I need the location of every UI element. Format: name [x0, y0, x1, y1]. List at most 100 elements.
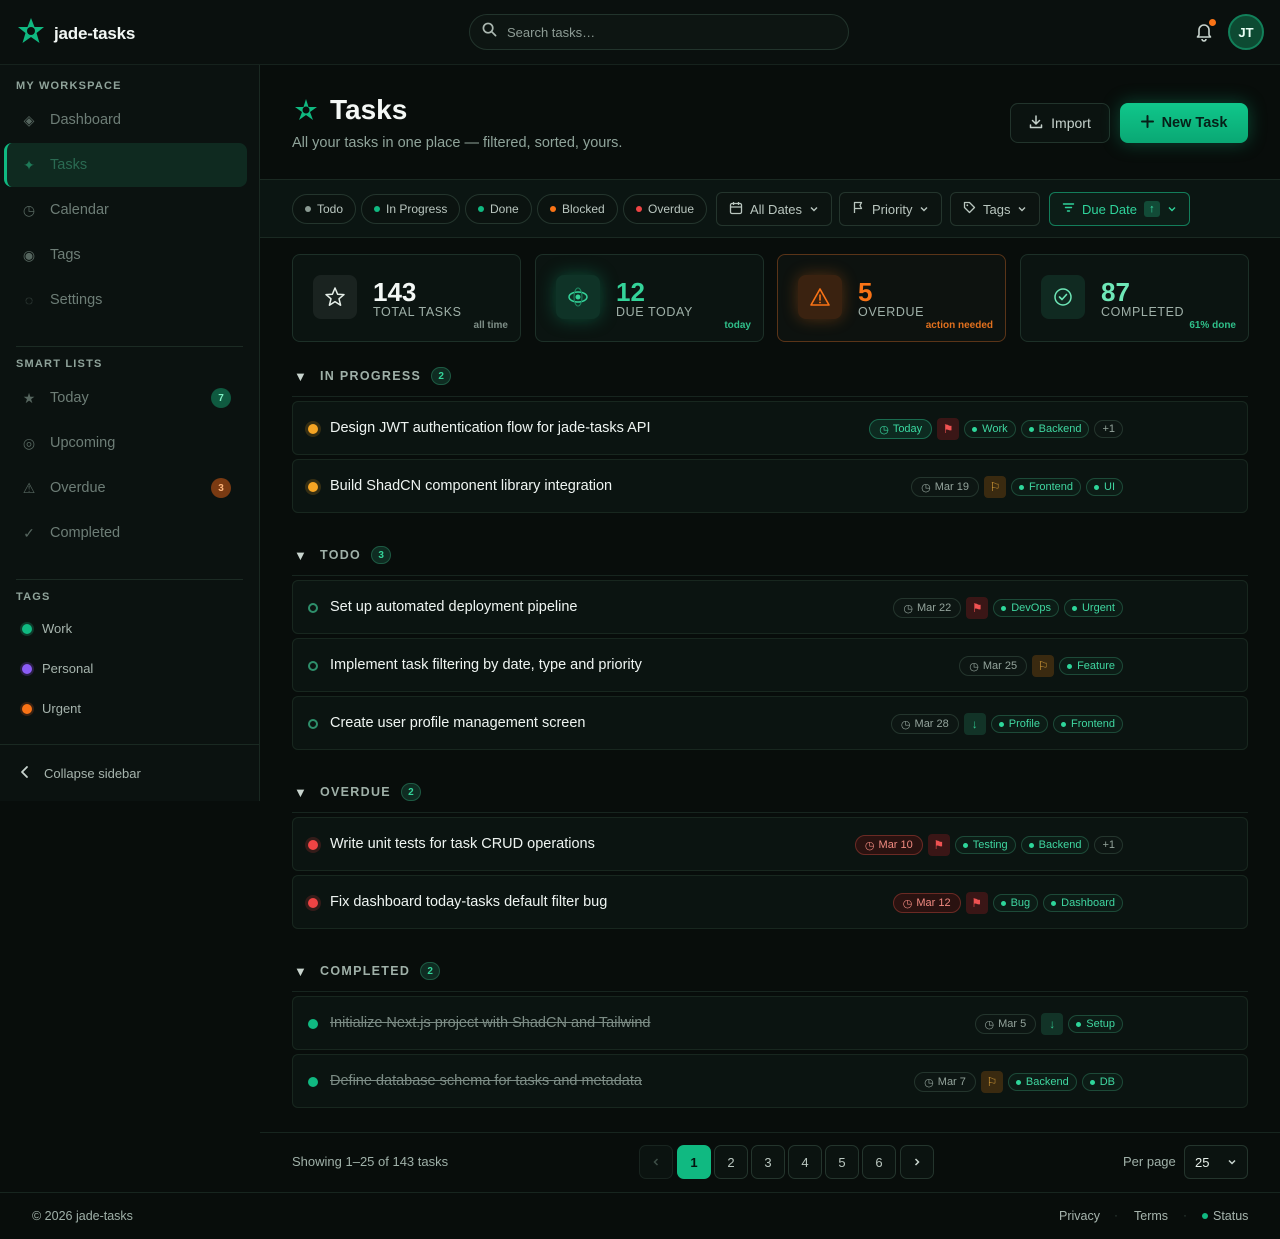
page-button-4[interactable]: 4 — [788, 1145, 822, 1179]
task-title[interactable]: Write unit tests for task CRUD operation… — [330, 836, 595, 852]
arrow-up-icon[interactable]: ↑ — [1143, 201, 1160, 217]
stat-card-completed: 87 COMPLETED 61% done — [1020, 254, 1249, 342]
search-box[interactable] — [469, 14, 849, 50]
workspace-section-title: MY WORKSPACE — [16, 80, 122, 92]
task-row[interactable]: Create user profile management screen ◷ Ma… — [292, 696, 1248, 750]
tag-badge[interactable]: Frontend — [1010, 478, 1081, 496]
next-page-button[interactable] — [900, 1145, 934, 1179]
tag-badge[interactable]: Profile — [990, 715, 1048, 733]
collapse-sidebar-button[interactable]: Collapse sidebar — [0, 744, 259, 801]
priority-dropdown[interactable]: Priority — [839, 192, 943, 226]
tag-badge[interactable]: UI — [1086, 478, 1123, 496]
group-header[interactable]: ▼ OVERDUE 2 — [294, 783, 421, 801]
sidebar-tag-personal[interactable]: Personal — [22, 661, 93, 676]
search-icon — [482, 22, 497, 42]
sidebar-item-tags[interactable]: ◉ Tags — [4, 233, 247, 277]
group-header[interactable]: ▼ COMPLETED 2 — [294, 962, 441, 980]
task-meta: ◷ Mar 22 ⚑ DevOps Urgent — [893, 597, 1123, 619]
task-title[interactable]: Fix dashboard today-tasks default filter… — [330, 894, 607, 910]
tags-dropdown[interactable]: Tags — [950, 192, 1041, 226]
sidebar-item-settings[interactable]: ◌ Settings — [4, 278, 247, 322]
status-indicator[interactable] — [308, 719, 318, 729]
page-button-6[interactable]: 6 — [862, 1145, 896, 1179]
per-page-select[interactable]: 25 — [1184, 1145, 1248, 1179]
avatar[interactable]: JT — [1228, 14, 1264, 50]
filter-chip-done[interactable]: Done — [465, 194, 532, 224]
task-row[interactable]: Fix dashboard today-tasks default filter… — [292, 875, 1248, 929]
status-indicator[interactable] — [308, 840, 318, 850]
tag-badge[interactable]: Urgent — [1063, 599, 1123, 617]
tag-badge[interactable]: Frontend — [1052, 715, 1123, 733]
search-input[interactable] — [507, 24, 827, 40]
filter-chip-overdue[interactable]: Overdue — [623, 194, 708, 224]
task-title[interactable]: Set up automated deployment pipeline — [330, 599, 577, 615]
group-header[interactable]: ▼ TODO 3 — [294, 546, 392, 564]
task-row[interactable]: Design JWT authentication flow for jade-… — [292, 401, 1248, 455]
sidebar-item-calendar[interactable]: ◷ Calendar — [4, 188, 247, 232]
sidebar-item-dashboard[interactable]: ◈ Dashboard — [4, 98, 247, 142]
task-title[interactable]: Build ShadCN component library integrati… — [330, 478, 612, 494]
task-title[interactable]: Define database schema for tasks and met… — [330, 1073, 642, 1089]
filter-chip-in-progress[interactable]: In Progress — [361, 194, 461, 224]
status-indicator[interactable] — [308, 898, 318, 908]
footer-link-terms[interactable]: Terms — [1134, 1209, 1168, 1223]
sidebar-tag-urgent[interactable]: Urgent — [22, 701, 81, 716]
task-row[interactable]: Build ShadCN component library integrati… — [292, 459, 1248, 513]
sidebar-item-tasks[interactable]: ✦ Tasks — [4, 143, 247, 187]
status-indicator[interactable] — [308, 1019, 318, 1029]
task-title[interactable]: Implement task filtering by date, type a… — [330, 657, 642, 673]
task-title[interactable]: Initialize Next.js project with ShadCN a… — [330, 1015, 651, 1031]
sidebar-item-today[interactable]: ★ Today 7 — [4, 376, 247, 420]
filter-chip-todo[interactable]: Todo — [292, 194, 357, 224]
task-row[interactable]: Set up automated deployment pipeline ◷ Mar… — [292, 580, 1248, 634]
tag-badge[interactable]: Bug — [992, 894, 1039, 912]
sidebar-item-label: Calendar — [50, 202, 109, 218]
chip-label: Blocked — [562, 202, 605, 216]
task-title[interactable]: Design JWT authentication flow for jade-… — [330, 420, 651, 436]
filter-chip-blocked[interactable]: Blocked — [537, 194, 618, 224]
prev-page-button[interactable] — [639, 1145, 673, 1179]
tag-badge[interactable]: Setup — [1068, 1015, 1123, 1033]
page-button-2[interactable]: 2 — [714, 1145, 748, 1179]
tag-badge[interactable]: Feature — [1059, 657, 1123, 675]
task-row[interactable]: Implement task filtering by date, type a… — [292, 638, 1248, 692]
more-tags-badge[interactable]: +1 — [1094, 836, 1123, 854]
status-indicator[interactable] — [308, 603, 318, 613]
page-button-1[interactable]: 1 — [677, 1145, 711, 1179]
task-row[interactable]: Initialize Next.js project with ShadCN a… — [292, 996, 1248, 1050]
group-header[interactable]: ▼ IN PROGRESS 2 — [294, 367, 452, 385]
sidebar-item-overdue[interactable]: ⚠ Overdue 3 — [4, 466, 247, 510]
sort-dropdown[interactable]: Due Date ↑ — [1049, 192, 1190, 226]
sidebar-item-upcoming[interactable]: ◎ Upcoming — [4, 421, 247, 465]
status-indicator[interactable] — [308, 424, 318, 434]
clock-icon: ◷ — [900, 718, 911, 731]
tag-badge[interactable]: DB — [1081, 1073, 1123, 1091]
sidebar-item-completed[interactable]: ✓ Completed — [4, 511, 247, 555]
more-tags-badge[interactable]: +1 — [1094, 420, 1123, 438]
page-button-3[interactable]: 3 — [751, 1145, 785, 1179]
task-row[interactable]: Define database schema for tasks and met… — [292, 1054, 1248, 1108]
status-indicator[interactable] — [308, 661, 318, 671]
footer-link-status[interactable]: Status — [1202, 1209, 1248, 1223]
new-task-button[interactable]: New Task — [1120, 103, 1248, 143]
tag-badge[interactable]: Backend — [1020, 420, 1090, 438]
tag-badge[interactable]: Work — [964, 420, 1016, 438]
tag-badge[interactable]: Dashboard — [1043, 894, 1123, 912]
import-button[interactable]: Import — [1010, 103, 1110, 143]
tag-badge[interactable]: Testing — [954, 836, 1016, 854]
due-date-badge: ◷ Mar 28 — [890, 714, 959, 734]
tag-badge[interactable]: Backend — [1020, 836, 1090, 854]
tag-badge[interactable]: DevOps — [993, 599, 1059, 617]
task-row[interactable]: Write unit tests for task CRUD operation… — [292, 817, 1248, 871]
footer-link-privacy[interactable]: Privacy — [1059, 1209, 1100, 1223]
task-title[interactable]: Create user profile management screen — [330, 715, 586, 731]
status-indicator[interactable] — [308, 1077, 318, 1087]
page-button-5[interactable]: 5 — [825, 1145, 859, 1179]
copyright: © 2026 jade-tasks — [32, 1209, 133, 1223]
brand[interactable]: jade-tasks — [16, 16, 135, 51]
dates-dropdown[interactable]: All Dates — [716, 192, 833, 226]
dropdown-label: Due Date — [1082, 201, 1137, 217]
tag-badge[interactable]: Backend — [1007, 1073, 1077, 1091]
sidebar-tag-work[interactable]: Work — [22, 621, 72, 636]
status-indicator[interactable] — [308, 482, 318, 492]
